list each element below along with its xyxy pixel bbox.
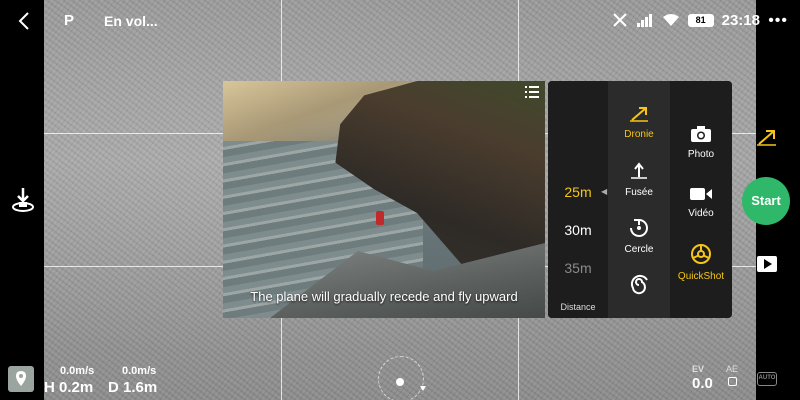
quickshot-modes: Dronie Fusée Cercle	[608, 81, 670, 318]
gimbal-dot	[396, 378, 404, 386]
mode-circle[interactable]: Cercle	[608, 218, 670, 255]
mode-label: Cercle	[624, 244, 654, 255]
distance-option[interactable]: 35m	[548, 260, 608, 276]
selector-arrow-icon: ◀	[601, 187, 608, 196]
takeoff-landing-icon[interactable]	[10, 186, 36, 216]
distance-option-selected[interactable]: 25m	[548, 184, 608, 200]
playback-icon[interactable]	[757, 256, 777, 272]
map-thumbnail[interactable]	[8, 366, 34, 392]
horizontal-telemetry: 0.0m/s H 0.2m	[44, 365, 108, 399]
rocket-icon	[631, 162, 647, 179]
ev-label: EV	[692, 364, 705, 374]
ev-value: 0.0	[692, 375, 713, 392]
lock-icon[interactable]	[728, 377, 737, 386]
mode-label: Fusée	[625, 187, 653, 198]
distance-value: D 1.6m	[108, 379, 158, 396]
mode-dronie[interactable]: Dronie	[608, 105, 670, 140]
flight-status-text[interactable]: En vol...	[104, 13, 158, 29]
start-button[interactable]: Start	[742, 177, 790, 225]
type-label: Photo	[687, 149, 715, 160]
circle-icon	[630, 219, 648, 237]
ae-label: AE	[726, 364, 739, 374]
list-icon[interactable]	[525, 86, 539, 98]
quickshot-icon	[691, 244, 711, 264]
camera-icon	[691, 126, 711, 142]
mode-label: Dronie	[624, 129, 654, 140]
mode-rocket[interactable]: Fusée	[608, 161, 670, 198]
distance-selector[interactable]: 25m ◀ 30m 35m Distance	[548, 81, 608, 318]
battery-icon: 81	[687, 13, 714, 27]
quickshot-preview: The plane will gradually recede and fly …	[223, 81, 545, 318]
signal-icon	[636, 14, 652, 27]
flight-mode-indicator[interactable]: P	[64, 12, 74, 29]
height-value: H 0.2m	[44, 379, 94, 396]
mode-helix[interactable]	[608, 274, 670, 302]
preview-caption: The plane will gradually recede and fly …	[250, 289, 518, 304]
helix-icon	[630, 274, 648, 295]
type-label: QuickShot	[677, 271, 725, 282]
clock: 23:18	[721, 11, 760, 29]
chevron-down-icon	[420, 386, 426, 391]
top-status-bar: P En vol... 81 23:18 •••	[0, 0, 800, 42]
type-label: Vidéo	[688, 208, 714, 219]
status-icons: 81 23:18	[612, 9, 760, 31]
dronie-icon[interactable]	[756, 128, 778, 148]
satellite-icon	[612, 13, 627, 27]
vertical-telemetry: 0.0m/s D 1.6m	[108, 365, 170, 399]
quickshot-panel: 25m ◀ 30m 35m Distance Dronie Fusée Cerc…	[548, 81, 732, 318]
back-chevron-icon[interactable]	[14, 10, 34, 32]
more-dots-icon[interactable]: •••	[768, 12, 788, 30]
type-photo[interactable]: Photo	[670, 125, 732, 160]
dronie-icon	[630, 107, 648, 122]
distance-option[interactable]: 30m	[548, 222, 608, 238]
vertical-speed: 0.0m/s	[122, 365, 157, 377]
auto-camera-icon[interactable]: AUTO	[757, 372, 777, 386]
wifi-icon	[662, 14, 679, 26]
type-video[interactable]: Vidéo	[670, 186, 732, 219]
preview-subject	[376, 211, 384, 225]
horizontal-speed: 0.0m/s	[60, 365, 95, 377]
video-icon	[690, 188, 712, 200]
type-quickshot[interactable]: QuickShot	[670, 243, 732, 282]
distance-label: Distance	[560, 302, 596, 312]
capture-types: Photo Vidéo QuickShot	[670, 81, 732, 318]
map-pin-icon	[16, 371, 26, 386]
